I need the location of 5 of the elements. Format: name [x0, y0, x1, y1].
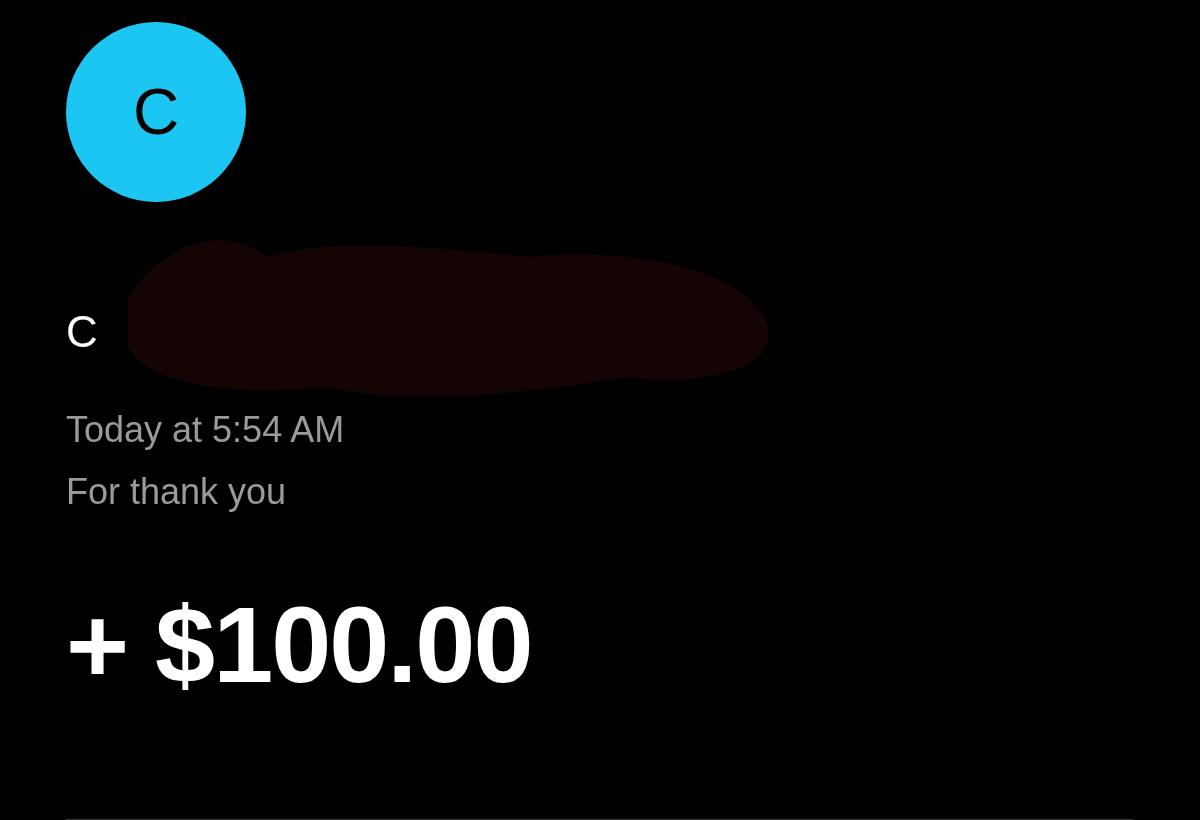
transaction-note: For thank you — [66, 471, 288, 512]
transaction-date: Today at 5:54 AM — [66, 410, 346, 450]
transaction-amount: + $100.00 — [66, 591, 533, 700]
avatar: C — [66, 22, 246, 202]
contact-name: C — [66, 310, 98, 354]
